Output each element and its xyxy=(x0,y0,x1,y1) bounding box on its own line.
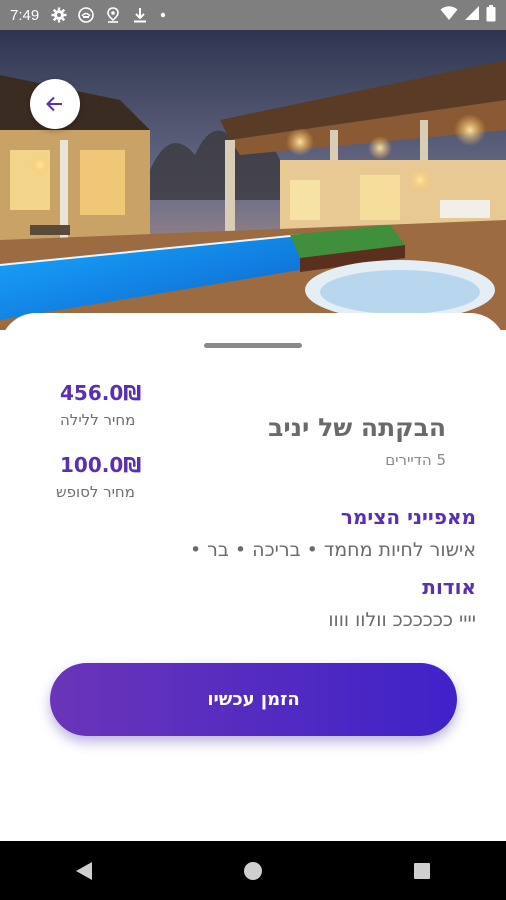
triangle-back-icon xyxy=(76,861,93,880)
dot-icon xyxy=(159,7,167,23)
nav-back-button[interactable] xyxy=(54,851,114,891)
residents-count: 5 הדיירים xyxy=(385,451,446,469)
nav-recents-button[interactable] xyxy=(392,851,452,891)
location-icon xyxy=(105,7,121,23)
drag-handle[interactable] xyxy=(204,343,302,348)
system-nav-bar xyxy=(0,841,506,900)
order-now-label: הזמן עכשיו xyxy=(207,689,300,710)
price-night: 456.0₪ xyxy=(60,381,142,405)
price-weekend: 100.0₪ xyxy=(60,453,142,477)
app-notification-icon xyxy=(78,7,95,23)
status-bar: 7:49 xyxy=(0,0,506,30)
details-sheet: הבקתה של יניב 5 הדיירים 456.0₪ מחיר לליל… xyxy=(0,313,506,841)
square-recents-icon xyxy=(413,862,430,879)
arrow-left-icon xyxy=(46,96,62,112)
listing-title: הבקתה של יניב xyxy=(268,413,446,442)
wifi-icon xyxy=(440,5,458,25)
battery-icon xyxy=(486,4,496,26)
status-time: 7:49 xyxy=(10,6,40,24)
villa-pool-night-photo xyxy=(0,30,506,330)
features-text: אישור לחיות מחמד • בריכה • בר • xyxy=(189,539,476,561)
about-title: אודות xyxy=(422,575,476,599)
gear-icon xyxy=(51,7,67,23)
order-now-button[interactable]: הזמן עכשיו xyxy=(50,663,457,736)
download-icon xyxy=(132,7,148,23)
price-night-label: מחיר ללילה xyxy=(60,411,136,429)
status-icons-right xyxy=(440,4,496,26)
signal-icon xyxy=(464,5,480,25)
hero-image xyxy=(0,30,506,330)
back-button[interactable] xyxy=(30,79,80,129)
nav-home-button[interactable] xyxy=(223,851,283,891)
about-text: יייי ככככככ וולוו וווו xyxy=(328,609,476,631)
features-title: מאפייני הצימר xyxy=(340,505,476,529)
status-icons-left xyxy=(51,7,167,23)
price-weekend-label: מחיר לסופש xyxy=(56,483,135,501)
circle-home-icon xyxy=(243,861,262,880)
